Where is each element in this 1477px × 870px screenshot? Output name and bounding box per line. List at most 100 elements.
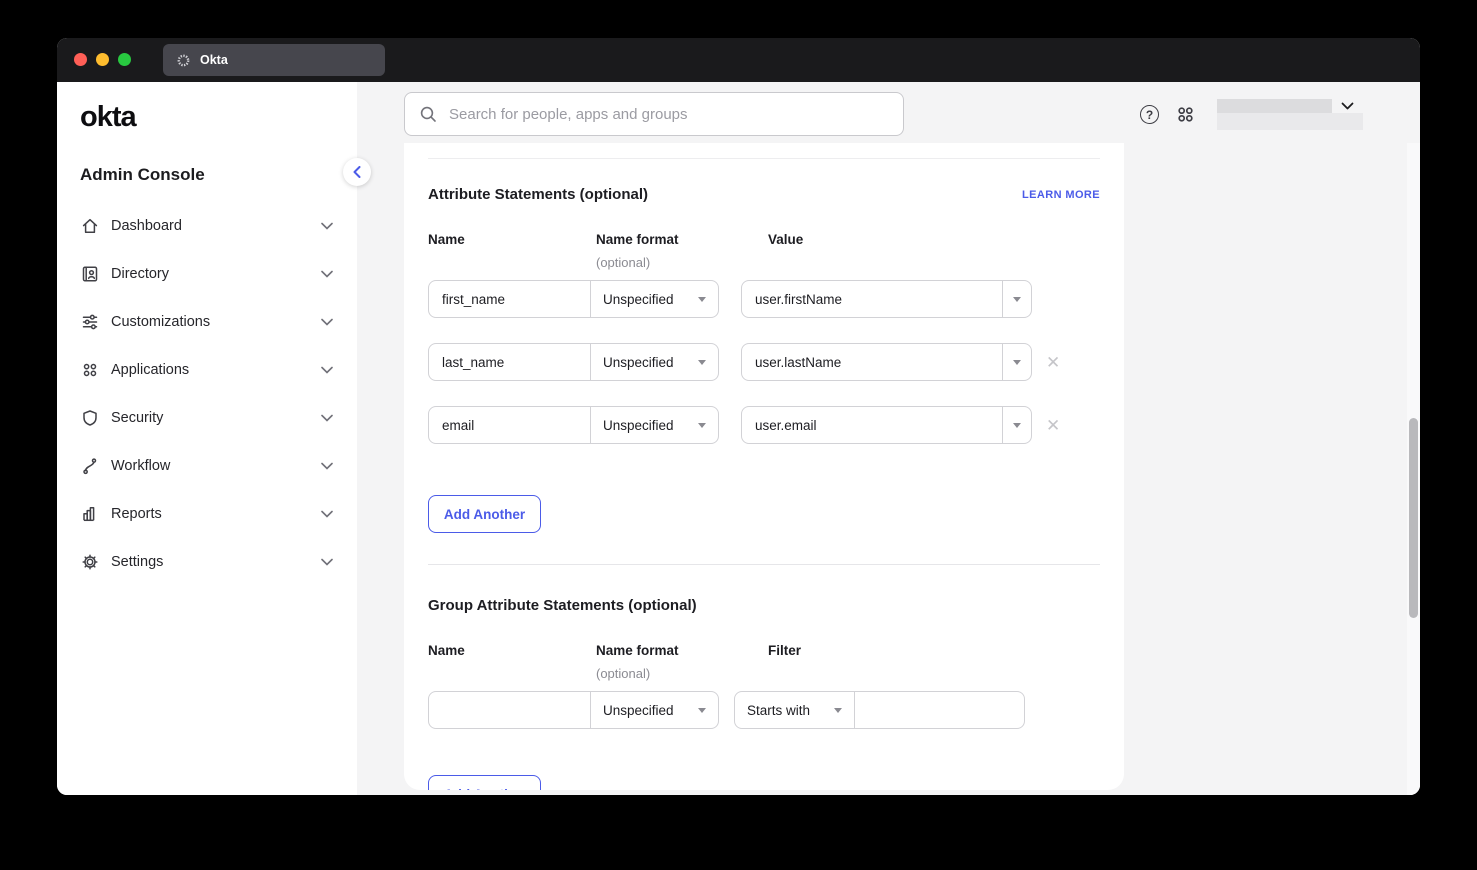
close-window-button[interactable] <box>74 53 87 66</box>
dropdown-triangle-icon <box>698 708 706 713</box>
sidebar-nav: Dashboard Directory <box>57 202 357 586</box>
search-input[interactable] <box>447 105 889 124</box>
user-menu-chevron-down-icon[interactable] <box>1341 102 1354 111</box>
name-and-format-field-group: Unspecified <box>428 406 719 444</box>
zoom-window-button[interactable] <box>118 53 131 66</box>
chevron-down-icon <box>321 270 333 278</box>
attribute-name-input[interactable] <box>429 281 590 317</box>
value-input[interactable] <box>742 344 1002 380</box>
column-header-name: Name <box>428 232 596 247</box>
sidebar-item-reports[interactable]: Reports <box>57 490 357 538</box>
home-icon <box>80 216 100 236</box>
shield-icon <box>80 408 100 428</box>
help-icon[interactable]: ? <box>1140 105 1159 124</box>
dropdown-triangle-icon <box>1013 423 1021 428</box>
group-attribute-name-input[interactable] <box>429 692 590 728</box>
workflow-icon <box>80 456 100 476</box>
sidebar-item-applications[interactable]: Applications <box>57 346 357 394</box>
chevron-down-icon <box>321 414 333 422</box>
scrollbar-thumb[interactable] <box>1409 418 1418 618</box>
sidebar-item-settings[interactable]: Settings <box>57 538 357 586</box>
value-dropdown-toggle[interactable] <box>1002 281 1031 317</box>
column-header-name-format: Name format <box>596 643 768 658</box>
name-format-value: Unspecified <box>603 418 674 433</box>
apps-grid-icon <box>80 360 100 380</box>
name-format-select[interactable]: Unspecified <box>590 692 718 728</box>
tab-title: Okta <box>200 53 228 67</box>
attribute-statement-row: Unspecified ✕ <box>428 406 1100 444</box>
dropdown-triangle-icon <box>834 708 842 713</box>
name-and-format-field-group: Unspecified <box>428 280 719 318</box>
value-field-combo <box>741 343 1032 381</box>
remove-row-icon[interactable]: ✕ <box>1046 417 1060 434</box>
column-header-value: Value <box>768 232 1100 247</box>
name-format-select[interactable]: Unspecified <box>590 407 718 443</box>
add-another-group-attribute-button[interactable]: Add Another <box>428 775 541 790</box>
value-input[interactable] <box>742 281 1002 317</box>
section-divider <box>428 564 1100 565</box>
attribute-statement-row: Unspecified <box>428 280 1100 318</box>
section-divider <box>428 158 1100 159</box>
sidebar-collapse-button[interactable] <box>343 158 371 186</box>
admin-console-title: Admin Console <box>80 165 357 185</box>
name-format-value: Unspecified <box>603 355 674 370</box>
dropdown-triangle-icon <box>698 360 706 365</box>
directory-card-icon <box>80 264 100 284</box>
name-format-value: Unspecified <box>603 703 674 718</box>
dropdown-triangle-icon <box>1013 297 1021 302</box>
attribute-name-input[interactable] <box>429 344 590 380</box>
app-switcher-icon[interactable] <box>1176 105 1195 124</box>
column-header-name: Name <box>428 643 596 658</box>
remove-row-icon[interactable]: ✕ <box>1046 354 1060 371</box>
main-area: ? Attribute St <box>357 82 1420 795</box>
value-field-combo <box>741 280 1032 318</box>
group-column-headers: Name Name format Filter <box>428 643 1100 658</box>
chevron-down-icon <box>321 558 333 566</box>
sidebar-item-security[interactable]: Security <box>57 394 357 442</box>
traffic-lights <box>74 53 131 66</box>
name-format-optional-note: (optional) <box>596 255 1100 270</box>
okta-logo: okta <box>80 102 357 132</box>
sidebar-item-dashboard[interactable]: Dashboard <box>57 202 357 250</box>
value-dropdown-toggle[interactable] <box>1002 407 1031 443</box>
group-attribute-statements-title: Group Attribute Statements (optional) <box>428 597 1100 614</box>
name-format-select[interactable]: Unspecified <box>590 281 718 317</box>
column-header-name-format: Name format <box>596 232 768 247</box>
global-search[interactable] <box>404 92 904 136</box>
settings-card: Attribute Statements (optional) LEARN MO… <box>404 143 1124 790</box>
name-format-value: Unspecified <box>603 292 674 307</box>
sidebar-item-directory[interactable]: Directory <box>57 250 357 298</box>
filter-field-group: Starts with <box>734 691 1025 729</box>
chevron-left-icon <box>353 166 361 178</box>
value-dropdown-toggle[interactable] <box>1002 344 1031 380</box>
attribute-column-headers: Name Name format Value <box>428 232 1100 247</box>
name-and-format-field-group: Unspecified <box>428 691 719 729</box>
browser-tab[interactable]: Okta <box>163 44 385 76</box>
okta-favicon-icon <box>176 53 191 68</box>
attribute-statement-row: Unspecified ✕ <box>428 343 1100 381</box>
sliders-icon <box>80 312 100 332</box>
topbar: ? <box>357 82 1420 143</box>
group-attribute-statement-row: Unspecified Starts with <box>428 691 1100 729</box>
dropdown-triangle-icon <box>698 423 706 428</box>
attribute-statements-title: Attribute Statements (optional) <box>428 186 648 203</box>
browser-window: Okta okta Admin Console Dashboard <box>57 38 1420 795</box>
sidebar-item-workflow[interactable]: Workflow <box>57 442 357 490</box>
filter-type-select[interactable]: Starts with <box>735 692 855 728</box>
value-input[interactable] <box>742 407 1002 443</box>
name-format-select[interactable]: Unspecified <box>590 344 718 380</box>
bar-chart-icon <box>80 504 100 524</box>
add-another-attribute-button[interactable]: Add Another <box>428 495 541 533</box>
content-area: Attribute Statements (optional) LEARN MO… <box>357 143 1420 795</box>
filter-value-input[interactable] <box>855 692 1025 728</box>
name-format-optional-note: (optional) <box>596 666 1100 681</box>
sidebar-item-customizations[interactable]: Customizations <box>57 298 357 346</box>
chevron-down-icon <box>321 462 333 470</box>
minimize-window-button[interactable] <box>96 53 109 66</box>
chevron-down-icon <box>321 366 333 374</box>
name-and-format-field-group: Unspecified <box>428 343 719 381</box>
attribute-name-input[interactable] <box>429 407 590 443</box>
sidebar: okta Admin Console Dashboard <box>57 82 357 795</box>
learn-more-link[interactable]: LEARN MORE <box>1022 189 1100 201</box>
user-org-redacted <box>1217 113 1363 130</box>
